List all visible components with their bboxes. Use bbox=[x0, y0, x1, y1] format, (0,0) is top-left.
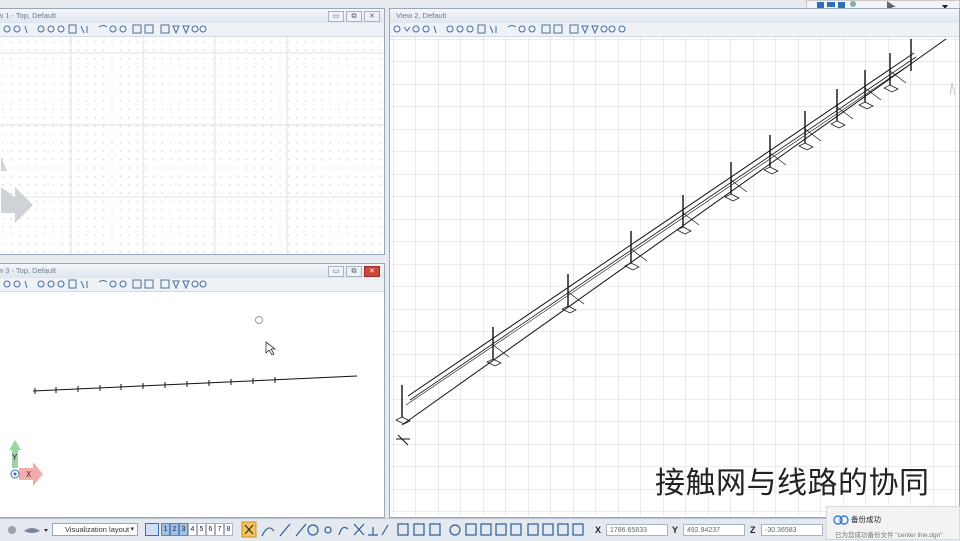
view-toolbar-icons[interactable] bbox=[0, 278, 241, 291]
close-button[interactable]: ✕ bbox=[364, 266, 380, 277]
level-button-6[interactable]: 6 bbox=[206, 523, 215, 536]
cloud-icon bbox=[24, 528, 40, 533]
y-axis-label: Y bbox=[12, 453, 18, 462]
level-button-2[interactable]: 2 bbox=[170, 523, 179, 536]
snap-and-view-tools[interactable] bbox=[240, 519, 590, 541]
minimize-button[interactable]: ▭ bbox=[328, 11, 344, 22]
z-coordinate-label: Z bbox=[750, 525, 756, 535]
x-coordinate-label: X bbox=[595, 525, 602, 535]
view-1-toolbar[interactable] bbox=[0, 23, 384, 37]
view-2-canvas[interactable] bbox=[390, 37, 959, 517]
axis-triad-icon bbox=[9, 440, 43, 486]
level-button-1[interactable]: 1 bbox=[161, 523, 170, 536]
view-3-title: View 3 - Top, Default bbox=[0, 266, 56, 275]
restore-button[interactable]: ⧉ bbox=[346, 266, 362, 277]
restore-button[interactable]: ⧉ bbox=[346, 11, 362, 22]
view-3-canvas[interactable]: Y X bbox=[0, 292, 384, 517]
level-button-3[interactable]: 3 bbox=[179, 523, 188, 536]
view-1-grid bbox=[0, 37, 384, 254]
view-toolbar-icons[interactable] bbox=[0, 23, 241, 36]
level-button-5[interactable]: 5 bbox=[197, 523, 206, 536]
x-axis-label: X bbox=[26, 470, 32, 479]
level-button-7[interactable]: 7 bbox=[215, 523, 224, 536]
view-2-titlebar[interactable]: View 2, Default bbox=[390, 9, 959, 24]
notification-text: 已为您成功备份文件 "center line.dgn" bbox=[835, 532, 943, 539]
backup-notification[interactable]: 备份成功 已为您成功备份文件 "center line.dgn" bbox=[826, 506, 960, 540]
x-coordinate-field[interactable]: 1786.65833 bbox=[606, 524, 668, 536]
close-button[interactable]: ✕ bbox=[364, 11, 380, 22]
z-coordinate: Z -30.36583 bbox=[750, 524, 826, 537]
view-3-titlebar[interactable]: View 3 - Top, Default ▭ ⧉ ✕ bbox=[0, 264, 384, 279]
view-3-toolbar[interactable] bbox=[0, 278, 384, 292]
level-button-8[interactable]: 8 bbox=[224, 523, 233, 536]
y-coordinate: Y 492.94237 bbox=[672, 524, 748, 537]
visualization-layout-label: Visualization layout bbox=[65, 525, 130, 534]
view-2-window[interactable]: View 2, Default bbox=[389, 8, 960, 518]
view-1-canvas[interactable] bbox=[0, 37, 384, 254]
minimize-button[interactable]: ▭ bbox=[328, 266, 344, 277]
level-buttons[interactable]: 1 2 3 4 5 6 7 8 bbox=[145, 523, 233, 536]
view-1-titlebar[interactable]: View 1 - Top, Default ▭ ⧉ ✕ bbox=[0, 9, 384, 24]
level-button-4[interactable]: 4 bbox=[188, 523, 197, 536]
view-2-toolbar[interactable] bbox=[390, 23, 959, 37]
video-caption: 接触网与线路的协同 bbox=[655, 466, 930, 501]
view-2-drawing bbox=[390, 37, 959, 517]
x-coordinate: X 1786.65833 bbox=[595, 524, 671, 537]
z-coordinate-field[interactable]: -30.36583 bbox=[761, 524, 823, 536]
cloud-sync-icon bbox=[833, 515, 849, 525]
visualization-layout-select[interactable]: Visualization layout ▾ bbox=[52, 523, 138, 536]
view-2-title: View 2, Default bbox=[396, 11, 447, 20]
display-style-icons[interactable] bbox=[0, 519, 52, 541]
level-display-icon[interactable] bbox=[145, 523, 159, 536]
y-coordinate-label: Y bbox=[672, 525, 679, 535]
view-1-title: View 1 - Top, Default bbox=[0, 11, 56, 20]
notification-title: 备份成功 bbox=[851, 515, 881, 524]
y-coordinate-field[interactable]: 492.94237 bbox=[683, 524, 745, 536]
view-toolbar-icons[interactable] bbox=[390, 23, 650, 36]
cursor-arrow-icon bbox=[265, 341, 277, 356]
status-toolbar[interactable]: Visualization layout ▾ 1 2 3 4 5 6 7 8 X… bbox=[0, 518, 960, 541]
dropdown-caret-icon: ▾ bbox=[130, 526, 134, 533]
center-line-plan bbox=[32, 375, 358, 394]
view-1-window[interactable]: View 1 - Top, Default ▭ ⧉ ✕ bbox=[0, 8, 385, 255]
view-3-window[interactable]: View 3 - Top, Default ▭ ⧉ ✕ bbox=[0, 263, 385, 518]
view-3-drawing: Y X bbox=[9, 316, 358, 486]
circle-snap-icon bbox=[255, 316, 263, 324]
